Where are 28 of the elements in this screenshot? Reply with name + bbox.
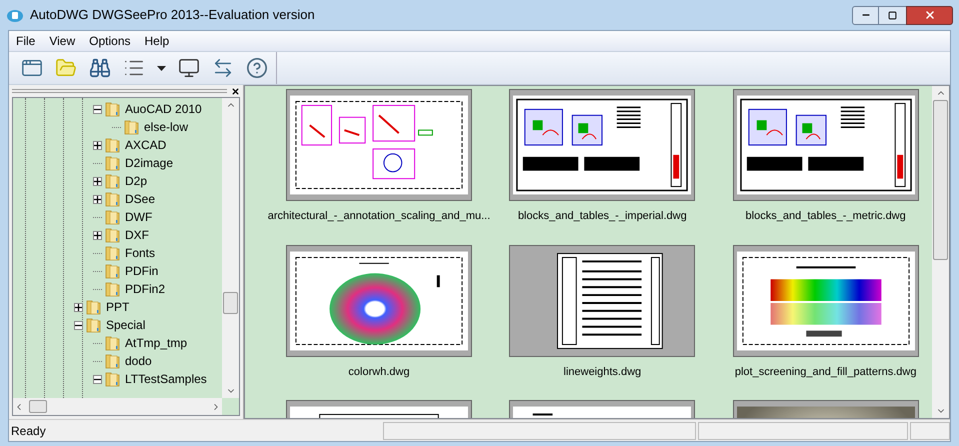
tree-item[interactable]: Special <box>106 316 146 334</box>
tree-item[interactable]: PDFin2 <box>125 280 166 298</box>
tree-item[interactable]: DSee <box>125 190 156 208</box>
tree-item[interactable]: AuoCAD 2010 <box>125 100 202 118</box>
tree-item[interactable]: PPT <box>106 298 130 316</box>
menu-item[interactable]: View <box>42 32 82 50</box>
tree-item[interactable]: DWF <box>125 208 152 226</box>
window-title: AutoDWG DWGSeePro 2013--Evaluation version <box>30 6 315 24</box>
tree-item[interactable]: D2image <box>125 154 174 172</box>
file-name: blocks_and_tables_-_imperial.dwg <box>518 209 687 224</box>
tree-item[interactable]: Fonts <box>125 244 156 262</box>
tree-item[interactable]: PDFin <box>125 262 158 280</box>
file-name: lineweights.dwg <box>564 364 642 380</box>
file-name: plot_screening_and_fill_patterns.dwg <box>734 364 916 380</box>
tree-item[interactable]: AtTmp_tmp <box>125 334 188 352</box>
tree-item[interactable]: D2p <box>125 172 148 190</box>
status-text: Ready <box>10 422 47 440</box>
tree-item[interactable]: dodo <box>125 352 152 370</box>
file-name: architectural_-_annotation_scaling_and_mu... <box>268 209 490 224</box>
file-name: blocks_and_tables_-_metric.dwg <box>746 209 906 224</box>
tree-item[interactable]: DXF <box>125 226 149 244</box>
menu-item[interactable]: Help <box>138 32 176 50</box>
file-name: colorwh.dwg <box>348 364 410 380</box>
tree-item[interactable]: AXCAD <box>125 136 166 154</box>
menu-item[interactable]: Options <box>82 32 138 50</box>
tree-item[interactable]: LTTestSamples <box>125 370 207 388</box>
menu-item[interactable]: File <box>9 32 42 50</box>
tree-item[interactable]: else-low <box>144 118 188 136</box>
